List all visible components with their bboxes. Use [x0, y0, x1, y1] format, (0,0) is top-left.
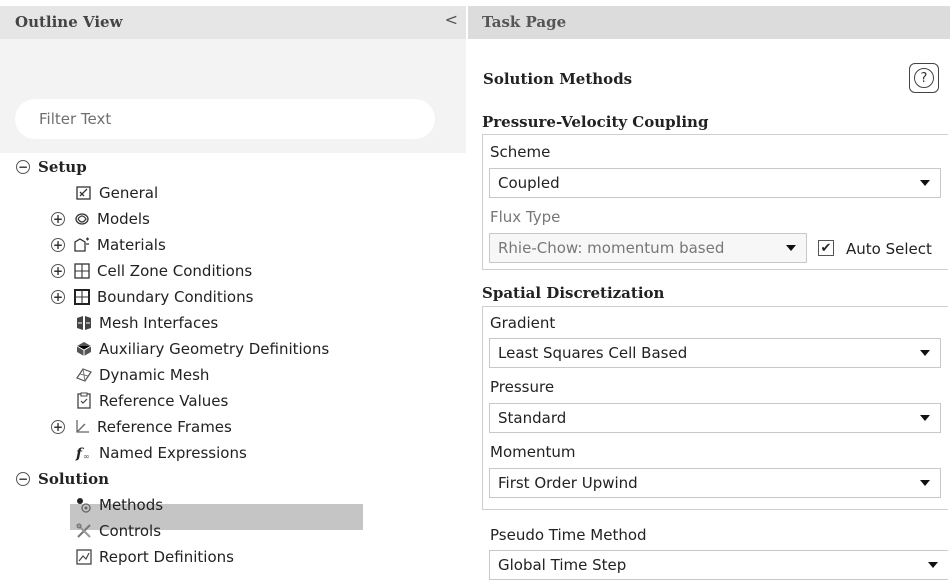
expand-icon[interactable]: [51, 290, 65, 304]
expand-icon[interactable]: [51, 420, 65, 434]
scheme-label: Scheme: [490, 143, 551, 161]
momentum-value: First Order Upwind: [498, 474, 638, 492]
tree-item-label: Models: [97, 210, 150, 228]
filter-area: [0, 91, 466, 153]
tree-item-models[interactable]: Models: [51, 206, 150, 232]
auxiliary-geometry-icon: [76, 342, 92, 356]
tree-item-solution[interactable]: Solution: [16, 466, 109, 492]
tree-item-label: Methods: [99, 496, 164, 514]
tree-item-setup[interactable]: Setup: [16, 154, 87, 180]
tree-item-named-expressions[interactable]: f ∞ Named Expressions: [75, 440, 247, 466]
filter-text-input[interactable]: [15, 99, 435, 139]
tree-item-auxiliary-geometry[interactable]: Auxiliary Geometry Definitions: [75, 336, 329, 362]
tree-item-label: Solution: [38, 470, 109, 488]
tree-item-label: General: [99, 184, 159, 202]
tree-item-label: Cell Zone Conditions: [97, 262, 253, 280]
tree-item-label: Mesh Interfaces: [99, 314, 219, 332]
reference-values-icon: [77, 392, 91, 409]
tree-item-label: Report Definitions: [99, 548, 234, 566]
solution-methods-heading: Solution Methods: [483, 70, 633, 88]
reference-frames-icon: [76, 420, 89, 433]
scheme-dropdown[interactable]: Coupled: [489, 168, 941, 198]
pseudo-time-method-label: Pseudo Time Method: [490, 526, 647, 544]
tree-item-label: Auxiliary Geometry Definitions: [99, 340, 330, 358]
tree-item-label: Setup: [38, 158, 87, 176]
tree-item-mesh-interfaces[interactable]: Mesh Interfaces: [75, 310, 218, 336]
tree-item-label: Materials: [97, 236, 166, 254]
expand-icon[interactable]: [51, 264, 65, 278]
methods-icon: [77, 498, 91, 513]
tree-item-reference-frames[interactable]: Reference Frames: [51, 414, 232, 440]
svg-text:∞: ∞: [83, 452, 90, 461]
scheme-value: Coupled: [498, 174, 560, 192]
named-expressions-icon: f ∞: [75, 446, 90, 462]
gradient-dropdown[interactable]: Least Squares Cell Based: [489, 338, 941, 368]
tree-item-label: Reference Frames: [97, 418, 232, 436]
momentum-dropdown[interactable]: First Order Upwind: [489, 468, 941, 498]
tree-item-report-definitions[interactable]: Report Definitions: [75, 544, 234, 570]
boundary-icon: [74, 289, 90, 305]
tree-item-boundary-conditions[interactable]: Boundary Conditions: [51, 284, 253, 310]
pressure-label: Pressure: [490, 378, 555, 396]
general-icon: [76, 186, 91, 200]
tree-item-cell-zone-conditions[interactable]: Cell Zone Conditions: [51, 258, 252, 284]
task-page-title: Task Page: [482, 13, 567, 31]
chevron-down-icon: [920, 180, 930, 186]
outline-toolbar-area: [0, 39, 466, 91]
mesh-interfaces-icon: [77, 316, 91, 330]
pressure-value: Standard: [498, 409, 567, 427]
tree-item-label: Dynamic Mesh: [99, 366, 210, 384]
tree-item-materials[interactable]: Materials: [51, 232, 166, 258]
auto-select-checkbox[interactable]: ✔: [818, 240, 834, 256]
chevron-down-icon: [920, 415, 930, 421]
tree-item-label: Named Expressions: [99, 444, 247, 462]
outline-header: Outline View <: [0, 6, 466, 39]
materials-icon: [74, 237, 89, 252]
cell-zone-icon: [74, 263, 90, 279]
chevron-down-icon: [920, 480, 930, 486]
help-button[interactable]: ?: [909, 63, 939, 93]
tree-item-general[interactable]: General: [75, 180, 158, 206]
task-page-header: Task Page: [468, 6, 950, 39]
flux-type-value: Rhie-Chow: momentum based: [498, 239, 725, 257]
collapse-panel-button[interactable]: <: [445, 10, 458, 29]
pressure-dropdown[interactable]: Standard: [489, 403, 941, 433]
gradient-label: Gradient: [490, 314, 556, 332]
chevron-down-icon: [920, 350, 930, 356]
outline-title: Outline View: [15, 13, 123, 31]
tree-item-label: Reference Values: [99, 392, 229, 410]
auto-select-label: Auto Select: [846, 240, 932, 258]
gradient-value: Least Squares Cell Based: [498, 344, 688, 362]
collapse-icon[interactable]: [16, 472, 30, 486]
pseudo-time-method-dropdown[interactable]: Global Time Step: [489, 550, 948, 580]
flux-type-dropdown[interactable]: Rhie-Chow: momentum based: [489, 233, 807, 263]
spatial-discretization-title: Spatial Discretization: [482, 284, 665, 302]
tree-item-methods[interactable]: Methods: [75, 492, 163, 518]
expand-icon[interactable]: [51, 238, 65, 252]
controls-icon: [76, 523, 91, 538]
pressure-velocity-coupling-title: Pressure-Velocity Coupling: [482, 113, 709, 131]
report-definitions-icon: [76, 549, 92, 565]
flux-type-label: Flux Type: [490, 208, 561, 226]
chevron-down-icon: [928, 562, 938, 568]
pseudo-time-method-value: Global Time Step: [498, 556, 627, 574]
tree-item-label: Controls: [99, 522, 162, 540]
chevron-down-icon: [786, 245, 796, 251]
models-icon: [75, 213, 89, 225]
collapse-icon[interactable]: [16, 160, 30, 174]
checkmark-icon: ✔: [820, 240, 832, 256]
help-icon: ?: [914, 68, 934, 88]
expand-icon[interactable]: [51, 212, 65, 226]
tree-item-label: Boundary Conditions: [97, 288, 254, 306]
tree-item-dynamic-mesh[interactable]: Dynamic Mesh: [75, 362, 209, 388]
dynamic-mesh-icon: [76, 368, 92, 382]
task-page-panel: Task Page Solution Methods ? Pressure-Ve…: [468, 0, 950, 582]
momentum-label: Momentum: [490, 443, 576, 461]
outline-panel: Outline View < Setup General Models: [0, 0, 468, 582]
tree-item-reference-values[interactable]: Reference Values: [75, 388, 228, 414]
tree-item-controls[interactable]: Controls: [75, 518, 161, 544]
